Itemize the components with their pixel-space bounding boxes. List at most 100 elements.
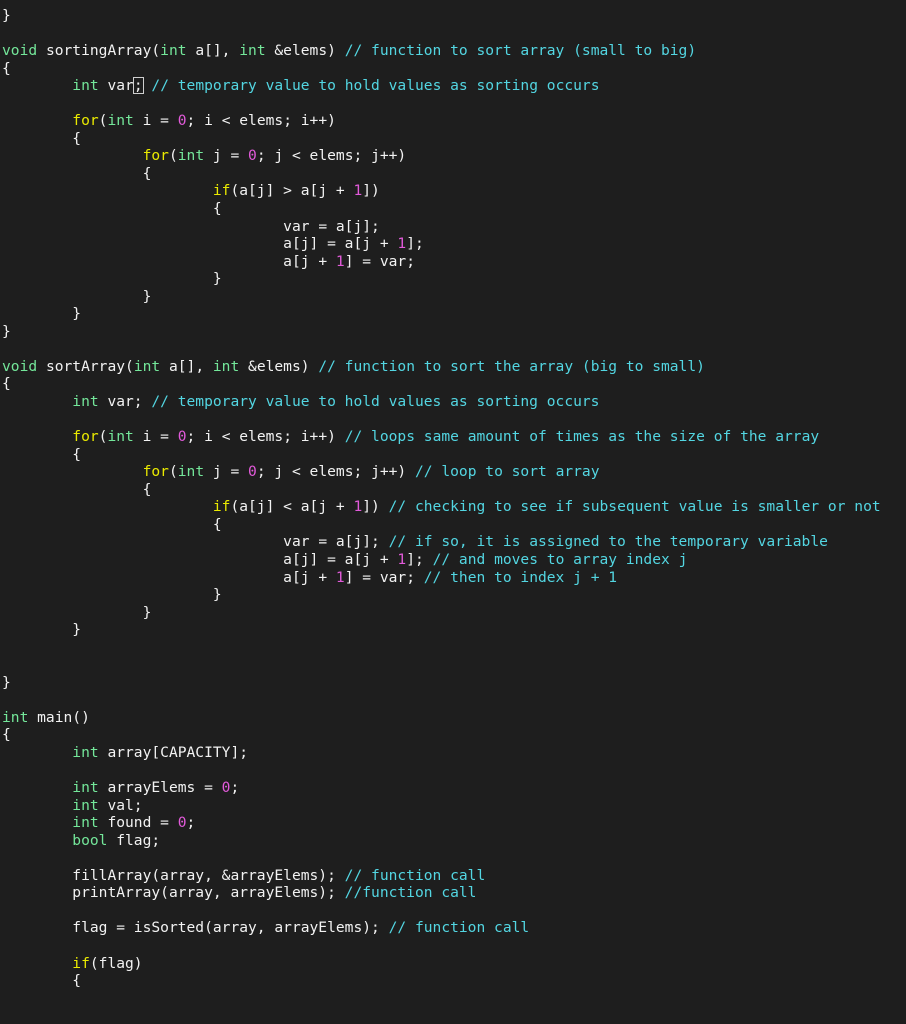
code-token-pln: } — [212, 586, 222, 604]
code-line[interactable]: { — [0, 130, 906, 148]
code-token-pln: ] = var; — [344, 568, 424, 586]
code-line[interactable]: { — [0, 516, 906, 534]
code-line[interactable]: } — [0, 621, 906, 639]
code-token-pln: i = — [133, 428, 178, 446]
code-line[interactable]: if(a[j] > a[j + 1]) — [0, 182, 906, 200]
code-line[interactable]: } — [0, 586, 906, 604]
code-line[interactable] — [0, 340, 906, 358]
code-line[interactable]: var = a[j]; — [0, 218, 906, 236]
code-line[interactable]: int main() — [0, 709, 906, 727]
code-token-pln: ; — [230, 779, 240, 797]
code-token-pln: ]) — [362, 182, 380, 200]
code-line[interactable] — [0, 937, 906, 955]
code-token-pln: { — [212, 515, 222, 533]
code-token-kw: int — [212, 357, 240, 375]
code-token-pln: i = — [133, 112, 178, 130]
code-token-pln: found = — [98, 814, 178, 832]
code-line[interactable]: } — [0, 288, 906, 306]
code-token-pln: { — [2, 59, 11, 77]
code-line[interactable]: a[j] = a[j + 1]; // and moves to array i… — [0, 551, 906, 569]
code-line[interactable] — [0, 95, 906, 113]
code-line[interactable]: a[j + 1] = var; // then to index j + 1 — [0, 569, 906, 587]
code-token-cmt: // function to sort the array (big to sm… — [318, 357, 705, 375]
code-line[interactable]: void sortingArray(int a[], int &elems) /… — [0, 42, 906, 60]
code-line[interactable] — [0, 411, 906, 429]
code-line[interactable]: if(flag) — [0, 955, 906, 973]
code-line[interactable]: for(int i = 0; i < elems; i++) // loops … — [0, 428, 906, 446]
code-line[interactable]: { — [0, 165, 906, 183]
code-line[interactable]: { — [0, 375, 906, 393]
code-line[interactable]: if(a[j] < a[j + 1]) // checking to see i… — [0, 498, 906, 516]
code-token-pln: ; i < elems; i++) — [186, 428, 345, 446]
code-line[interactable]: { — [0, 200, 906, 218]
code-line[interactable]: } — [0, 305, 906, 323]
code-line[interactable]: int arrayElems = 0; — [0, 779, 906, 797]
code-token-cmt: // function call — [344, 866, 486, 884]
code-line[interactable]: int val; — [0, 797, 906, 815]
code-editor-viewport[interactable]: } void sortingArray(int a[], int &elems)… — [0, 0, 906, 1024]
code-line[interactable]: } — [0, 674, 906, 692]
code-token-pln: (a[j] > a[j + — [230, 182, 354, 200]
code-token-pln: } — [2, 673, 11, 691]
code-line[interactable]: int array[CAPACITY]; — [0, 744, 906, 762]
code-token-kw: int — [239, 42, 266, 60]
code-line[interactable] — [0, 691, 906, 709]
code-line[interactable]: for(int j = 0; j < elems; j++) — [0, 147, 906, 165]
code-token-cmt: // temporary value to hold values as sor… — [151, 393, 600, 411]
code-line[interactable]: { — [0, 972, 906, 990]
code-line[interactable] — [0, 849, 906, 867]
code-line[interactable] — [0, 25, 906, 43]
code-line[interactable]: { — [0, 446, 906, 464]
code-token-kw: int — [72, 814, 99, 832]
code-line[interactable]: int found = 0; — [0, 814, 906, 832]
code-line[interactable]: int var; // temporary value to hold valu… — [0, 77, 906, 95]
code-token-pln: ; — [186, 814, 196, 832]
code-line[interactable]: } — [0, 604, 906, 622]
code-line[interactable] — [0, 902, 906, 920]
code-line[interactable]: { — [0, 481, 906, 499]
code-line[interactable] — [0, 656, 906, 674]
code-token-ctl: for — [72, 428, 99, 446]
code-line[interactable] — [0, 762, 906, 780]
code-token-pln: ]; — [406, 550, 433, 568]
code-line[interactable]: { — [0, 726, 906, 744]
code-token-cmt: // temporary value to hold values as sor… — [151, 77, 600, 95]
code-token-pln: { — [142, 480, 152, 498]
code-line[interactable]: { — [0, 60, 906, 78]
code-token-pln: (flag) — [89, 954, 143, 972]
code-line[interactable]: } — [0, 270, 906, 288]
code-token-pln: ; i < elems; i++) — [186, 112, 336, 130]
code-token-num: 0 — [177, 428, 187, 446]
code-line[interactable]: flag = isSorted(array, arrayElems); // f… — [0, 919, 906, 937]
code-line[interactable] — [0, 639, 906, 657]
code-line[interactable]: bool flag; — [0, 832, 906, 850]
code-line[interactable]: printArray(array, arrayElems); //functio… — [0, 884, 906, 902]
code-token-kw: bool — [72, 831, 108, 849]
code-line[interactable]: } — [0, 7, 906, 25]
code-token-cmt: //function call — [344, 884, 477, 902]
code-line[interactable]: void sortArray(int a[], int &elems) // f… — [0, 358, 906, 376]
code-line[interactable]: a[j] = a[j + 1]; — [0, 235, 906, 253]
code-token-kw: void — [2, 357, 38, 375]
code-line[interactable]: } — [0, 323, 906, 341]
code-token-ctl: if — [72, 954, 90, 972]
code-line[interactable]: for(int i = 0; i < elems; i++) — [0, 112, 906, 130]
code-token-pln: a[], — [186, 42, 240, 60]
source-code-text-area[interactable]: } void sortingArray(int a[], int &elems)… — [0, 7, 906, 1024]
code-line[interactable]: a[j + 1] = var; — [0, 253, 906, 271]
code-token-pln: ]) — [362, 498, 389, 516]
code-line[interactable]: fillArray(array, &arrayElems); // functi… — [0, 867, 906, 885]
code-token-pln: a[j + — [283, 252, 336, 270]
code-line[interactable]: for(int j = 0; j < elems; j++) // loop t… — [0, 463, 906, 481]
code-line[interactable]: var = a[j]; // if so, it is assigned to … — [0, 533, 906, 551]
code-line[interactable]: int var; // temporary value to hold valu… — [0, 393, 906, 411]
